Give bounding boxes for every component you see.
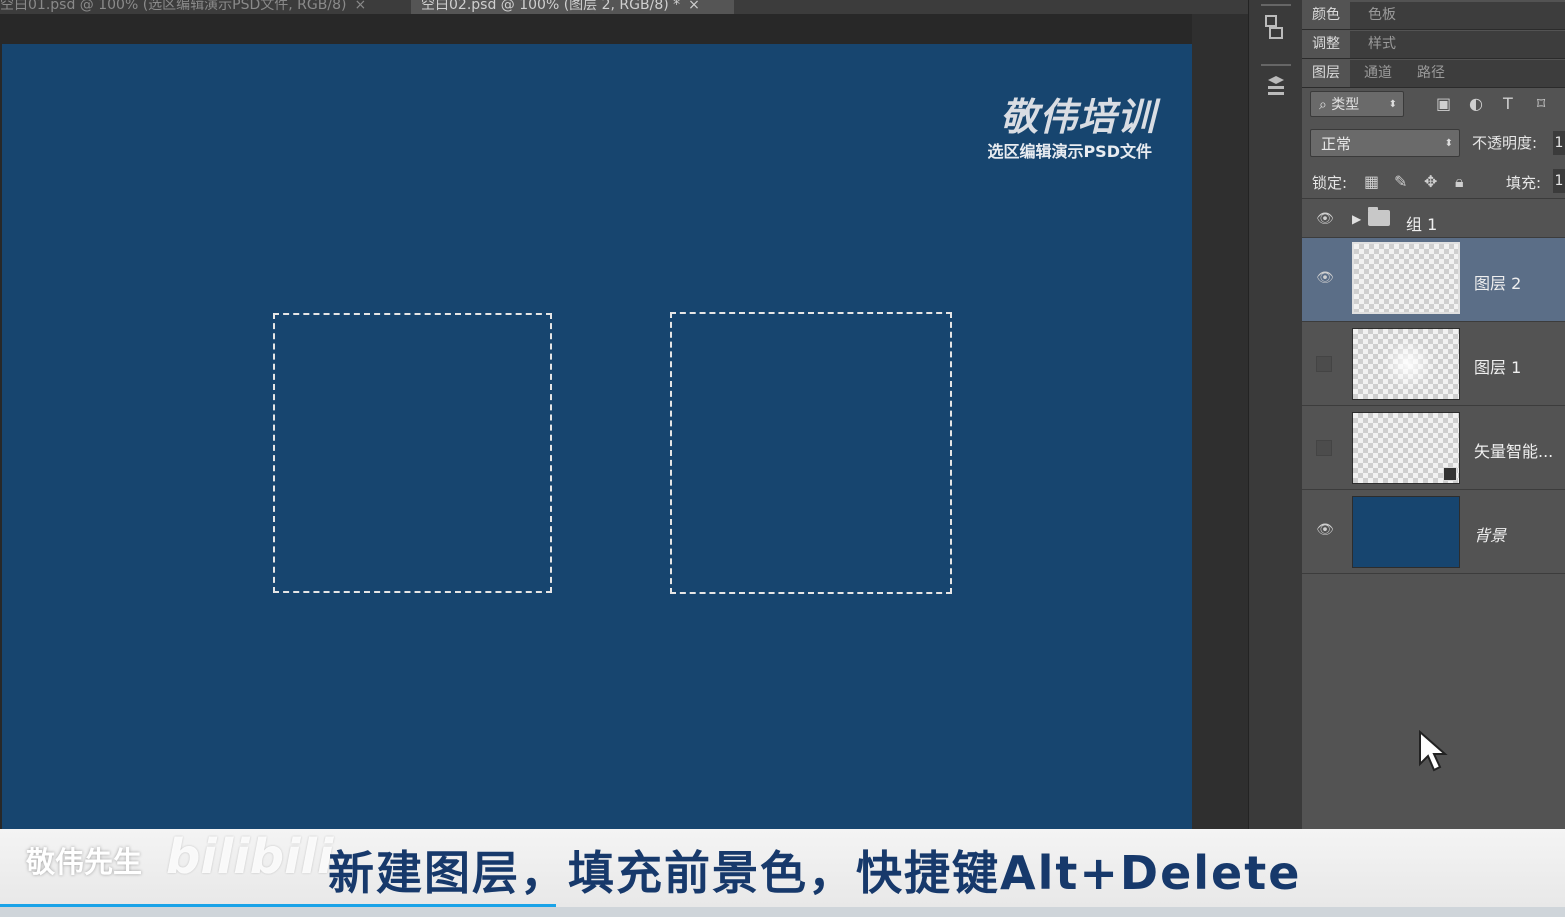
filter-kind-value: 类型 — [1331, 97, 1360, 113]
layer-row-group[interactable]: 👁︎ ▶ 组 1 — [1302, 204, 1565, 238]
layer-name: 背景 — [1474, 526, 1507, 545]
lock-label: 锁定: — [1312, 174, 1348, 192]
tab-layers[interactable]: 图层 — [1302, 60, 1350, 87]
workspace-gutter — [1192, 14, 1248, 829]
opacity-label: 不透明度: — [1472, 134, 1538, 152]
type-filter-icon[interactable]: T — [1503, 94, 1513, 113]
history-icon-glyph — [1265, 15, 1283, 39]
opacity-field[interactable]: 1 — [1553, 131, 1565, 155]
subtitle-caption: 新建图层，填充前景色，快捷键Alt+Delete — [328, 846, 1302, 900]
fill-field[interactable]: 1 — [1553, 169, 1565, 193]
eye-icon[interactable]: 👁︎ — [1316, 270, 1334, 288]
adjustment-filter-icon[interactable]: ◐ — [1469, 94, 1483, 113]
mouse-cursor-icon — [1419, 730, 1448, 772]
selection-marquee-left[interactable] — [273, 313, 552, 593]
lock-transparent-icon[interactable]: ▦ — [1364, 172, 1379, 191]
tab-swatches[interactable]: 色板 — [1358, 2, 1406, 29]
subtitle-bar: 敬伟先生 bilibili 新建图层，填充前景色，快捷键Alt+Delete — [0, 829, 1565, 907]
visibility-toggle[interactable] — [1316, 356, 1332, 372]
panel-tab-row-layers: 图层 通道 路径 — [1302, 60, 1565, 88]
layer-thumbnail — [1352, 496, 1460, 568]
layer-row-background[interactable]: 👁︎ 背景 — [1302, 490, 1565, 574]
watermark-brand: 敬伟先生 — [26, 845, 143, 879]
close-icon[interactable]: × — [354, 0, 366, 13]
search-icon: ⌕ — [1319, 97, 1332, 113]
tab-document-1[interactable]: 空白01.psd @ 100% (选区编辑演示PSD文件, RGB/8) × — [0, 0, 405, 14]
blend-mode-select[interactable]: 正常 ⬍ — [1310, 129, 1460, 157]
blend-mode-value: 正常 — [1321, 135, 1352, 153]
panel-dock-strip — [1248, 0, 1303, 829]
stepper-icon: ⬍ — [1444, 138, 1453, 149]
layer-thumbnail — [1352, 242, 1460, 314]
canvas-brand-subtitle: 选区编辑演示PSD文件 — [987, 142, 1152, 161]
dock-grip[interactable] — [1261, 64, 1291, 66]
tab-adjustments[interactable]: 调整 — [1302, 31, 1350, 58]
folder-icon — [1368, 207, 1390, 226]
fill-label: 填充: — [1506, 174, 1542, 192]
eye-icon[interactable]: 👁︎ — [1316, 522, 1334, 540]
layer-row-smart-object[interactable]: 矢量智能... — [1302, 406, 1565, 490]
eye-icon[interactable]: 👁︎ — [1316, 211, 1334, 229]
lock-position-icon[interactable]: ✥ — [1424, 172, 1437, 191]
tab-paths[interactable]: 路径 — [1407, 60, 1455, 87]
shape-filter-icon[interactable]: ⌑ — [1537, 94, 1545, 113]
document-tabs: 空白01.psd @ 100% (选区编辑演示PSD文件, RGB/8) × 空白… — [0, 0, 1248, 14]
close-icon[interactable]: × — [688, 0, 700, 13]
lock-all-icon[interactable]: 🔒︎ — [1455, 172, 1464, 192]
filter-kind-select[interactable]: ⌕ 类型 ⬍ — [1310, 91, 1404, 117]
panel-tab-row-color: 颜色 色板 — [1302, 2, 1565, 30]
layer-thumbnail — [1352, 328, 1460, 400]
selection-marquee-right[interactable] — [670, 312, 952, 594]
tab-document-1-label: 空白01.psd @ 100% (选区编辑演示PSD文件, RGB/8) — [0, 0, 347, 13]
bottom-strip — [0, 907, 1565, 917]
bilibili-logo: bilibili — [166, 829, 334, 885]
properties-icon[interactable] — [1258, 72, 1294, 108]
tab-document-2-label: 空白02.psd @ 100% (图层 2, RGB/8) * — [421, 0, 681, 13]
layer-name: 矢量智能... — [1474, 442, 1554, 461]
layer-row-layer-1[interactable]: 图层 1 — [1302, 322, 1565, 406]
chevron-right-icon[interactable]: ▶ — [1352, 212, 1361, 226]
stepper-icon: ⬍ — [1388, 99, 1397, 110]
smart-object-icon — [1443, 467, 1457, 481]
tab-styles[interactable]: 样式 — [1358, 31, 1406, 58]
layer-name: 图层 2 — [1474, 274, 1522, 293]
panel-tab-row-adjust: 调整 样式 — [1302, 31, 1565, 59]
layer-name: 图层 1 — [1474, 358, 1522, 377]
image-filter-icon[interactable]: ▣ — [1436, 94, 1451, 113]
properties-icon-glyph — [1268, 76, 1284, 95]
visibility-toggle[interactable] — [1316, 440, 1332, 456]
tab-document-2[interactable]: 空白02.psd @ 100% (图层 2, RGB/8) * × — [411, 0, 734, 14]
layer-row-layer-2[interactable]: 👁︎ 图层 2 — [1302, 238, 1565, 322]
dock-grip[interactable] — [1261, 4, 1291, 6]
layers-panel-group: 颜色 色板 调整 样式 图层 通道 路径 ⌕ 类型 ⬍ ▣ ◐ T ⌑ 正常 ⬍… — [1302, 0, 1565, 829]
tab-channels[interactable]: 通道 — [1354, 60, 1402, 87]
layer-thumbnail — [1352, 412, 1460, 484]
lock-row: 锁定: ▦ ✎ ✥ 🔒︎ 填充: 1 — [1302, 166, 1565, 199]
blend-row: 正常 ⬍ 不透明度: 1 — [1302, 126, 1565, 160]
tab-color[interactable]: 颜色 — [1302, 2, 1350, 29]
canvas-brand-title: 敬伟培训 — [999, 95, 1156, 139]
lock-pixels-icon[interactable]: ✎ — [1394, 172, 1407, 191]
layer-name: 组 1 — [1406, 215, 1438, 234]
layer-filter-row: ⌕ 类型 ⬍ ▣ ◐ T ⌑ — [1302, 88, 1565, 122]
history-icon[interactable] — [1258, 12, 1294, 48]
